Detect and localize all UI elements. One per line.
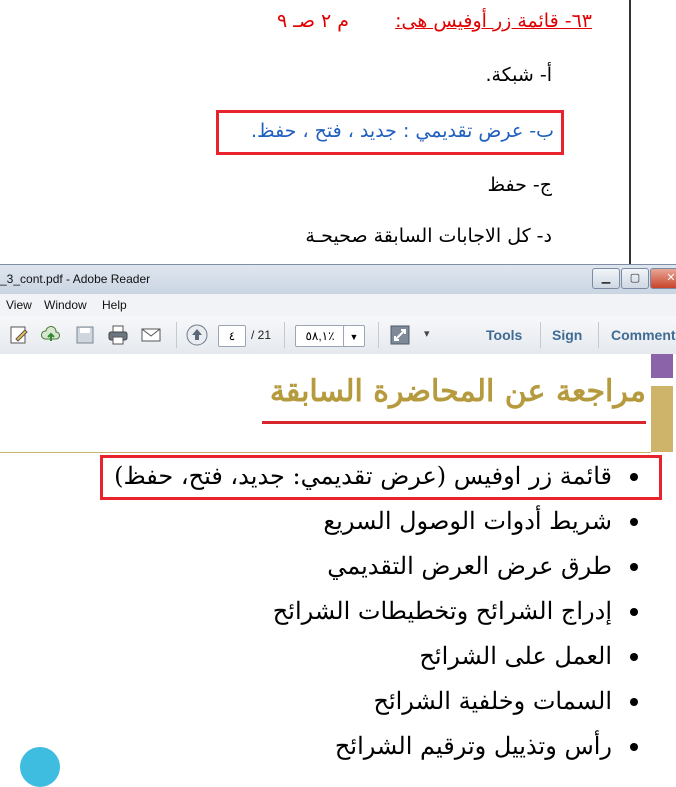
zoom-dropdown-button[interactable]: ▼ bbox=[343, 325, 365, 347]
zoom-input[interactable]: ٥٨,١٪ bbox=[295, 325, 345, 347]
page-number-input[interactable]: ٤ bbox=[218, 325, 246, 347]
toolbar-separator bbox=[176, 322, 177, 348]
more-tools-icon[interactable]: ▾ bbox=[424, 327, 430, 340]
bullet-icon bbox=[630, 653, 638, 661]
bullet-list: قائمة زر اوفيس (عرض تقديمي: جديد، فتح، ح… bbox=[18, 454, 638, 769]
toolbar-separator bbox=[378, 322, 379, 348]
sign-button[interactable]: Sign bbox=[552, 327, 582, 343]
slide-accent-gold bbox=[651, 386, 673, 452]
question-panel: ٦٣- قائمة زر أوفيس هى: م ٢ صـ ٩ أ- شبكة.… bbox=[0, 0, 676, 268]
menu-view[interactable]: View bbox=[6, 298, 32, 312]
list-item-text: السمات وخلفية الشرائح bbox=[373, 687, 612, 715]
menu-help[interactable]: Help bbox=[102, 298, 127, 312]
bullet-icon bbox=[630, 698, 638, 706]
highlight-box-bullet bbox=[100, 455, 662, 500]
title-bar[interactable]: _3_cont.pdf - Adobe Reader ▁ ▢ ✕ bbox=[0, 264, 676, 295]
reader-window: _3_cont.pdf - Adobe Reader ▁ ▢ ✕ View Wi… bbox=[0, 264, 676, 787]
email-icon[interactable] bbox=[140, 324, 162, 346]
list-item: طرق عرض العرض التقديمي bbox=[18, 544, 638, 589]
save-icon[interactable] bbox=[74, 324, 96, 346]
list-item-text: طرق عرض العرض التقديمي bbox=[327, 552, 612, 580]
tools-button[interactable]: Tools bbox=[486, 327, 522, 343]
question-reference: م ٢ صـ ٩ bbox=[277, 10, 350, 32]
toolbar-separator bbox=[540, 322, 541, 348]
question-title: ٦٣- قائمة زر أوفيس هى: م ٢ صـ ٩ bbox=[277, 10, 592, 32]
list-item: رأس وتذييل وترقيم الشرائح bbox=[18, 724, 638, 769]
slide-accent-purple bbox=[651, 354, 673, 378]
window-title: _3_cont.pdf - Adobe Reader bbox=[0, 272, 151, 286]
list-item-text: رأس وتذييل وترقيم الشرائح bbox=[334, 732, 612, 760]
option-a: أ- شبكة. bbox=[485, 64, 552, 86]
slide-decoration-circle bbox=[20, 747, 60, 787]
option-d: د- كل الاجابات السابقة صحيحـة bbox=[305, 225, 552, 247]
list-item: العمل على الشرائح bbox=[18, 634, 638, 679]
list-item-text: شريط أدوات الوصول السريع bbox=[323, 507, 612, 535]
toolbar-separator bbox=[284, 322, 285, 348]
menu-window[interactable]: Window bbox=[44, 298, 87, 312]
bullet-icon bbox=[630, 563, 638, 571]
chevron-down-icon: ▼ bbox=[349, 332, 359, 342]
question-title-text: ٦٣- قائمة زر أوفيس هى: bbox=[395, 10, 592, 32]
page-total: / 21 bbox=[251, 328, 272, 342]
cloud-upload-icon[interactable] bbox=[40, 324, 62, 346]
slide-divider bbox=[0, 452, 651, 453]
minimize-button[interactable]: ▁ bbox=[592, 268, 620, 289]
toolbar-separator bbox=[598, 322, 599, 348]
highlight-box-answer bbox=[216, 110, 564, 155]
previous-page-icon[interactable] bbox=[186, 324, 208, 346]
maximize-icon: ▢ bbox=[629, 271, 641, 284]
close-button[interactable]: ✕ bbox=[650, 268, 676, 289]
toolbar: ٤ / 21 ٥٨,١٪ ▼ ▾ Tools Sign Comment bbox=[0, 316, 676, 355]
list-item: السمات وخلفية الشرائح bbox=[18, 679, 638, 724]
minimize-icon: ▁ bbox=[601, 271, 611, 284]
bullet-icon bbox=[630, 608, 638, 616]
bullet-icon bbox=[630, 743, 638, 751]
print-icon[interactable] bbox=[107, 324, 129, 346]
fullscreen-icon[interactable] bbox=[389, 324, 411, 346]
list-item-text: إدراج الشرائح وتخطيطات الشرائح bbox=[272, 597, 612, 625]
edit-document-icon[interactable] bbox=[8, 324, 30, 346]
option-c: ج- حفظ bbox=[487, 174, 552, 196]
close-icon: ✕ bbox=[666, 271, 676, 284]
page-border-line bbox=[629, 0, 631, 268]
bullet-icon bbox=[630, 518, 638, 526]
comment-button[interactable]: Comment bbox=[611, 327, 676, 343]
heading-underline bbox=[262, 421, 646, 424]
slide-heading: مراجعة عن المحاضرة السابقة bbox=[269, 374, 646, 409]
maximize-button[interactable]: ▢ bbox=[621, 268, 649, 289]
list-item: إدراج الشرائح وتخطيطات الشرائح bbox=[18, 589, 638, 634]
list-item-text: العمل على الشرائح bbox=[419, 642, 612, 670]
list-item: شريط أدوات الوصول السريع bbox=[18, 499, 638, 544]
document-page: مراجعة عن المحاضرة السابقة قائمة زر اوفي… bbox=[0, 354, 676, 787]
menu-bar: View Window Help bbox=[0, 294, 676, 317]
